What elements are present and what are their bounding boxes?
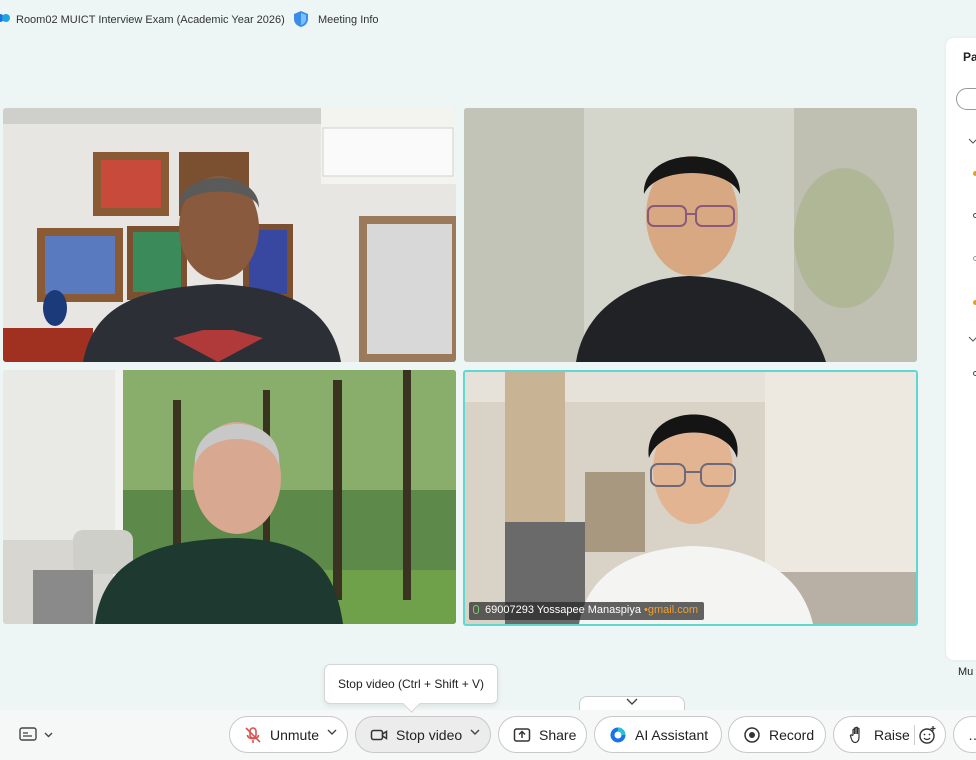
stop-video-button[interactable]: Stop video — [355, 716, 491, 753]
mute-all-label[interactable]: Mu — [958, 666, 973, 678]
participant-video — [465, 372, 916, 624]
video-camera-icon — [370, 729, 388, 740]
participant-video — [464, 108, 917, 362]
chevron-down-icon — [626, 698, 638, 705]
record-label: Record — [769, 726, 815, 743]
microphone-muted-icon — [245, 726, 261, 743]
chevron-down-icon[interactable] — [968, 138, 976, 144]
participant-name-tag: 69007293 Yossapee Manaspiya •gmail.com — [469, 602, 705, 620]
unmute-button[interactable]: Unmute — [229, 716, 348, 753]
chevron-down-icon[interactable] — [470, 728, 480, 736]
raise-hand-icon — [849, 726, 860, 743]
video-tile[interactable] — [3, 370, 456, 624]
collapse-toolbar-tab[interactable] — [579, 696, 685, 710]
participant-video — [3, 108, 456, 362]
raise-label: Raise — [874, 726, 910, 743]
ai-assistant-label: AI Assistant — [635, 726, 709, 743]
ai-assistant-icon — [610, 727, 626, 742]
captions-button[interactable] — [18, 725, 58, 745]
title-bar: Room02 MUICT Interview Exam (Academic Ye… — [0, 0, 976, 40]
participant-video — [3, 370, 456, 624]
record-button[interactable]: Record — [728, 716, 826, 753]
participant-name: 69007293 Yossapee Manaspiya — [485, 604, 641, 616]
participant-search-input[interactable] — [956, 88, 976, 110]
ai-assistant-button[interactable]: AI Assistant — [594, 716, 722, 753]
participant-email: gmail.com — [647, 604, 699, 616]
raise-hand-button[interactable]: Raise — [833, 716, 946, 753]
participants-panel: Pa — [946, 38, 976, 660]
participants-panel-title: Pa — [963, 50, 976, 64]
share-label: Share — [539, 726, 577, 743]
more-options-icon: … — [968, 727, 976, 743]
video-tile[interactable] — [464, 108, 917, 362]
microphone-icon — [473, 605, 479, 614]
record-icon — [744, 726, 760, 743]
meeting-info-link[interactable]: Meeting Info — [318, 14, 379, 26]
share-screen-icon — [513, 727, 531, 742]
unmute-label: Unmute — [270, 726, 320, 743]
webex-logo-icon — [0, 14, 10, 22]
emoji-reaction-icon[interactable] — [918, 725, 938, 745]
video-tile-active-speaker[interactable]: 69007293 Yossapee Manaspiya •gmail.com — [463, 370, 918, 626]
meeting-title: Room02 MUICT Interview Exam (Academic Ye… — [16, 14, 285, 26]
stop-video-tooltip: Stop video (Ctrl + Shift + V) — [324, 664, 498, 704]
video-tile[interactable] — [3, 108, 456, 362]
closed-captions-icon — [19, 727, 53, 741]
divider — [914, 725, 915, 745]
chevron-down-icon[interactable] — [968, 336, 976, 342]
shield-icon[interactable] — [293, 10, 309, 28]
chevron-down-icon[interactable] — [327, 728, 337, 736]
stop-video-label: Stop video — [396, 726, 463, 743]
share-button[interactable]: Share — [498, 716, 587, 753]
